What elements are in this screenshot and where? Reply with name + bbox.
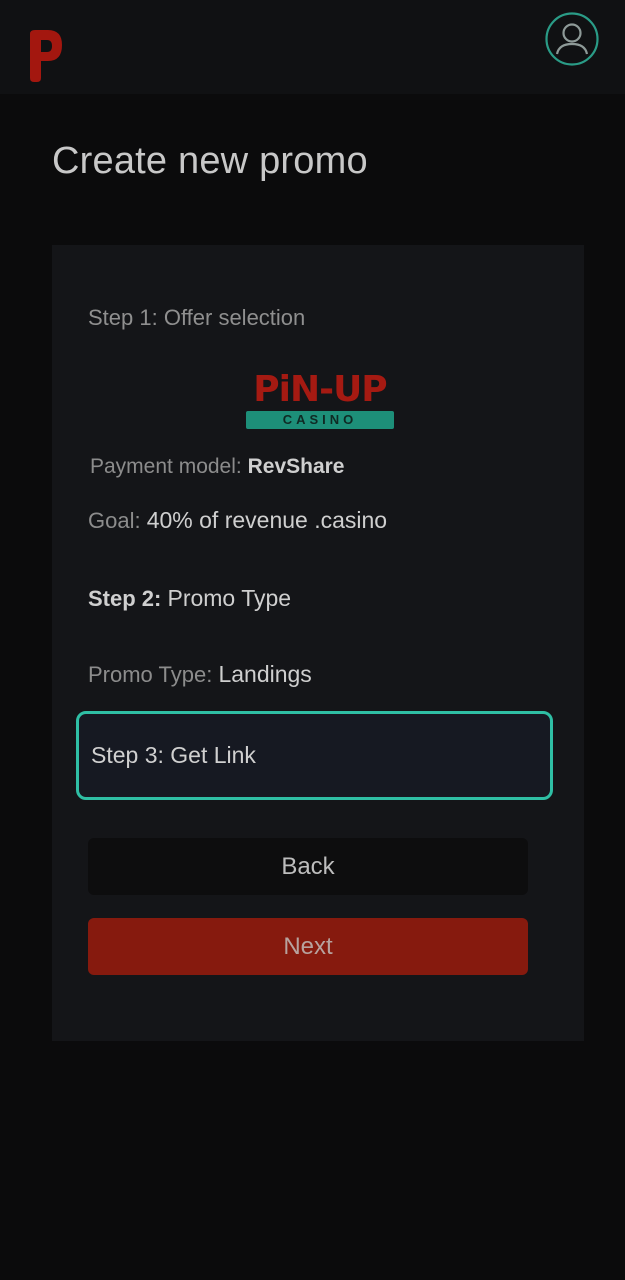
next-button[interactable]: Next: [88, 918, 528, 975]
goal-value: 40% of revenue .casino: [146, 507, 388, 533]
user-profile-icon[interactable]: [545, 12, 599, 66]
step3-get-link-panel[interactable]: Step 3: Get Link: [76, 711, 553, 800]
promo-type-value: Landings: [218, 661, 312, 687]
step2-label: Promo Type: [167, 585, 292, 611]
step1-label: Step 1: Offer selection: [88, 305, 306, 330]
p-logo-icon[interactable]: [24, 28, 66, 84]
pinup-casino-logo: PiN-UP CASINO: [246, 370, 394, 430]
step3-label: Step 3: Get Link: [91, 742, 256, 768]
step2-prefix: Step 2:: [88, 586, 162, 611]
brand-wordmark: PiN-UP: [253, 369, 387, 410]
promo-type-row: Promo Type: Landings: [88, 661, 312, 688]
payment-model-label: Payment model:: [90, 455, 242, 478]
goal-label: Goal:: [88, 508, 141, 533]
back-button[interactable]: Back: [88, 838, 528, 895]
goal-row: Goal: 40% of revenue .casino: [88, 507, 387, 534]
step2-row: Step 2: Promo Type: [88, 585, 291, 612]
brand-subtitle: CASINO: [246, 411, 394, 429]
payment-model-row: Payment model: RevShare: [90, 455, 344, 479]
payment-model-value: RevShare: [247, 455, 345, 478]
top-app-bar: [0, 0, 625, 94]
page-title: Create new promo: [52, 140, 368, 182]
promo-type-label: Promo Type:: [88, 662, 213, 687]
